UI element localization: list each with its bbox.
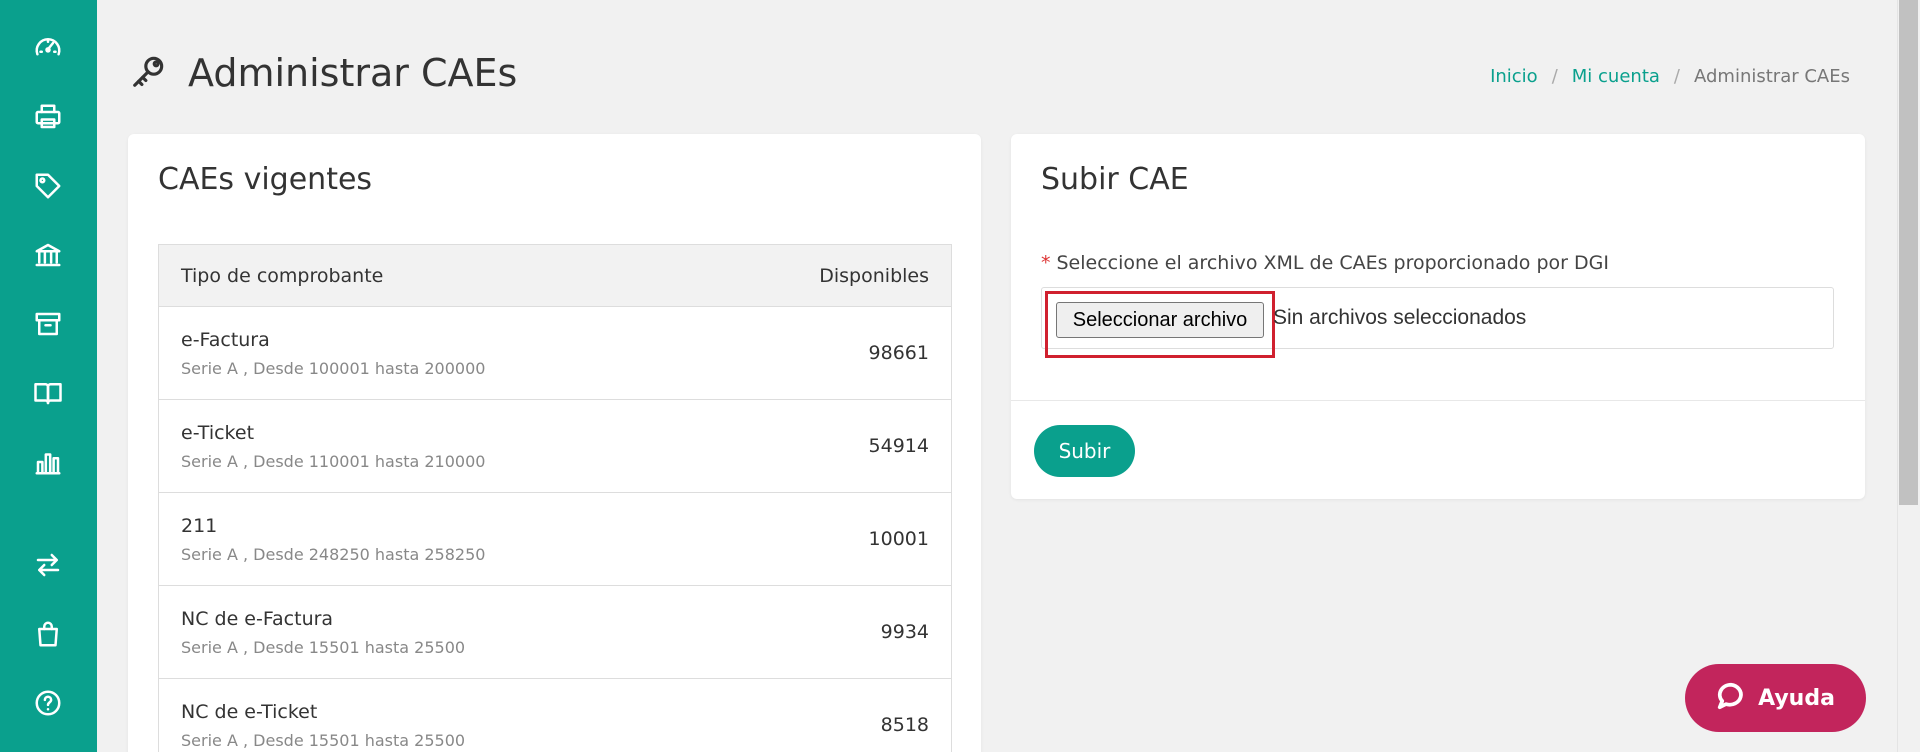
row-available-count: 8518 — [880, 714, 929, 736]
printer-icon[interactable] — [30, 99, 66, 135]
row-range-detail: Serie A , Desde 15501 hasta 25500 — [181, 730, 466, 750]
column-header-available: Disponibles — [819, 264, 929, 287]
row-available-count: 54914 — [868, 435, 929, 457]
card-divider — [1011, 400, 1865, 401]
sidebar — [0, 0, 97, 752]
transfer-arrows-icon[interactable] — [30, 547, 66, 583]
archive-box-icon[interactable] — [30, 306, 66, 342]
table-row: e-Factura Serie A , Desde 100001 hasta 2… — [159, 307, 951, 400]
submit-button[interactable]: Subir — [1034, 425, 1135, 477]
row-type-name: NC de e-Factura — [181, 607, 334, 630]
row-range-detail: Serie A , Desde 100001 hasta 200000 — [181, 358, 486, 378]
row-type-name: NC de e-Ticket — [181, 700, 318, 723]
help-label: Ayuda — [1758, 685, 1835, 711]
breadcrumb-account-link[interactable]: Mi cuenta — [1572, 66, 1660, 87]
page-header: Administrar CAEs — [130, 48, 517, 98]
scrollbar[interactable] — [1897, 0, 1920, 752]
chat-bubble-icon — [1716, 681, 1746, 715]
file-field-label: * Seleccione el archivo XML de CAEs propo… — [1041, 252, 1609, 274]
caes-card-title: CAEs vigentes — [158, 162, 373, 197]
row-available-count: 10001 — [868, 528, 929, 550]
file-input[interactable]: Seleccionar archivo Sin archivos selecci… — [1041, 287, 1834, 358]
breadcrumb-home-link[interactable]: Inicio — [1490, 66, 1538, 87]
row-range-detail: Serie A , Desde 110001 hasta 210000 — [181, 451, 486, 471]
help-circle-icon[interactable] — [30, 685, 66, 721]
help-button[interactable]: Ayuda — [1685, 664, 1866, 732]
tag-icon[interactable] — [30, 168, 66, 204]
file-status-text: Sin archivos seleccionados — [1273, 306, 1527, 329]
select-file-button[interactable]: Seleccionar archivo — [1056, 302, 1264, 338]
page-title: Administrar CAEs — [188, 51, 518, 95]
breadcrumb-current: Administrar CAEs — [1694, 66, 1850, 87]
table-row: NC de e-Ticket Serie A , Desde 15501 has… — [159, 679, 951, 752]
shopping-bag-icon[interactable] — [30, 616, 66, 652]
row-type-name: 211 — [181, 514, 218, 537]
table-row: e-Ticket Serie A , Desde 110001 hasta 21… — [159, 400, 951, 493]
caes-table: Tipo de comprobante Disponibles e-Factur… — [158, 244, 952, 752]
row-range-detail: Serie A , Desde 248250 hasta 258250 — [181, 544, 486, 564]
column-header-type: Tipo de comprobante — [181, 264, 384, 287]
key-icon — [130, 52, 168, 94]
upload-card-title: Subir CAE — [1041, 162, 1189, 197]
speedometer-icon[interactable] — [30, 30, 66, 66]
row-range-detail: Serie A , Desde 15501 hasta 25500 — [181, 637, 466, 657]
caes-card: CAEs vigentes Tipo de comprobante Dispon… — [128, 134, 981, 752]
bar-chart-icon[interactable] — [30, 444, 66, 480]
row-available-count: 98661 — [868, 342, 929, 364]
scrollbar-thumb[interactable] — [1899, 0, 1918, 505]
book-icon[interactable] — [30, 375, 66, 411]
file-field-label-text: Seleccione el archivo XML de CAEs propor… — [1056, 252, 1609, 274]
row-type-name: e-Factura — [181, 328, 270, 351]
row-type-name: e-Ticket — [181, 421, 255, 444]
breadcrumb: Inicio / Mi cuenta / Administrar CAEs — [1490, 66, 1850, 87]
upload-card: Subir CAE * Seleccione el archivo XML de … — [1011, 134, 1865, 499]
required-asterisk: * — [1041, 252, 1051, 274]
breadcrumb-separator: / — [1673, 66, 1680, 87]
table-row: NC de e-Factura Serie A , Desde 15501 ha… — [159, 586, 951, 679]
breadcrumb-separator: / — [1551, 66, 1558, 87]
bank-icon[interactable] — [30, 237, 66, 273]
row-available-count: 9934 — [880, 621, 929, 643]
table-row: 211 Serie A , Desde 248250 hasta 258250 … — [159, 493, 951, 586]
table-header: Tipo de comprobante Disponibles — [159, 245, 951, 307]
